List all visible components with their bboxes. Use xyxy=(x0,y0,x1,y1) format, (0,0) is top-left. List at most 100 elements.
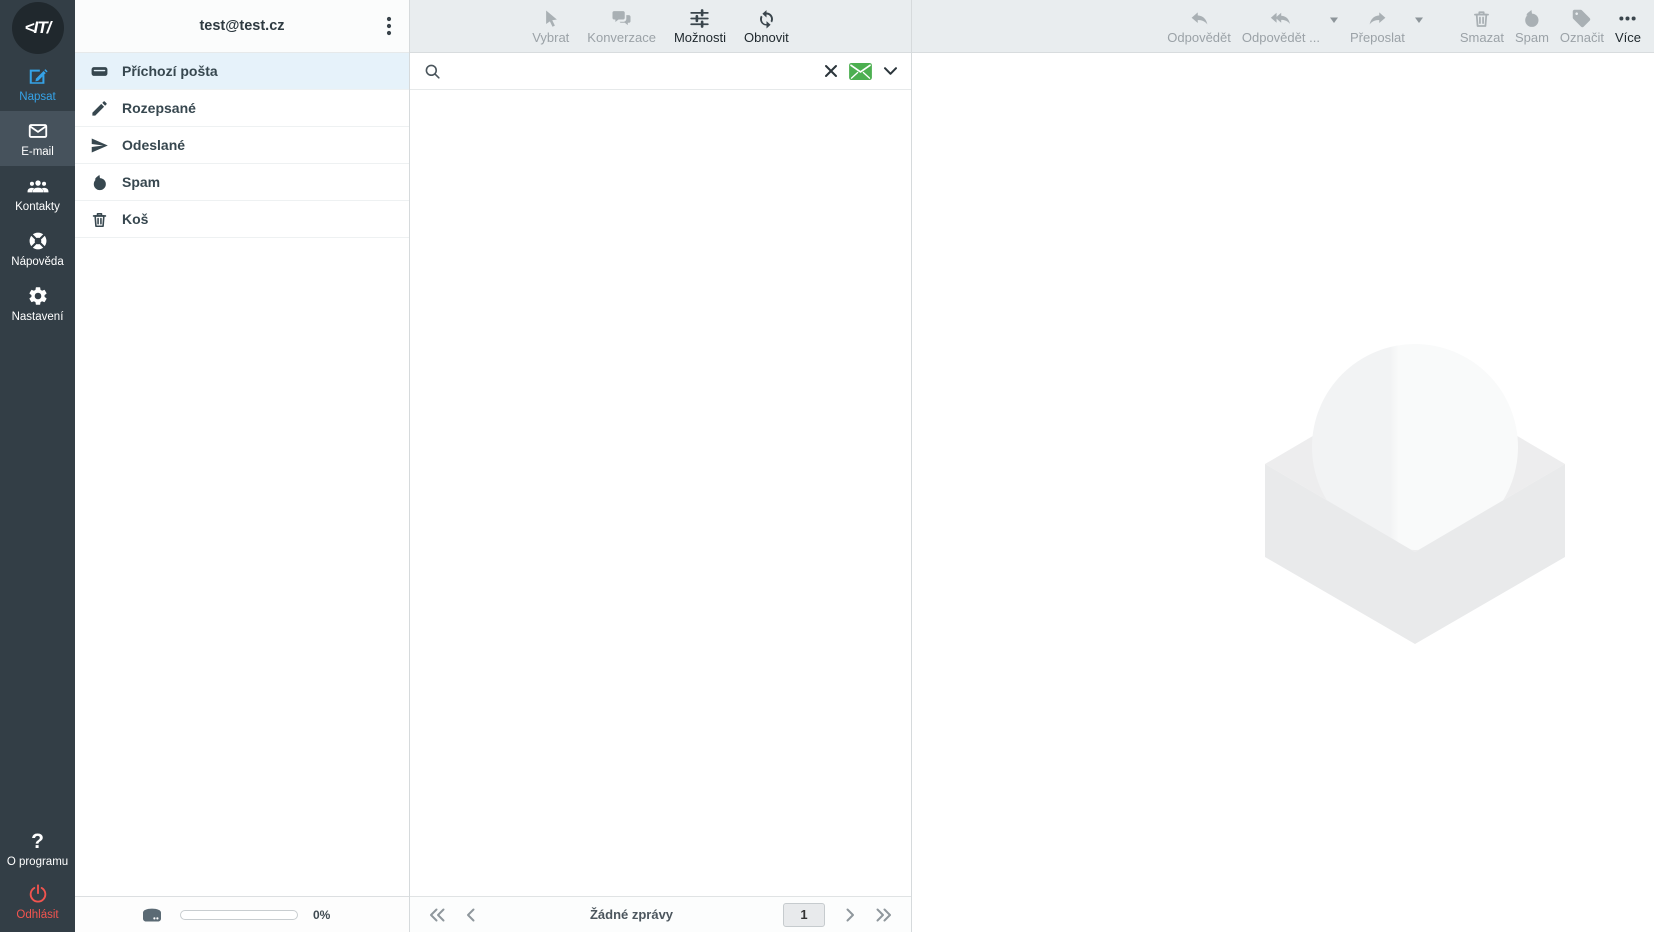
delete-button[interactable]: Smazat xyxy=(1460,8,1504,45)
search-input[interactable] xyxy=(452,63,814,79)
help-icon xyxy=(27,230,49,252)
tag-icon xyxy=(1571,8,1592,29)
message-list[interactable] xyxy=(410,90,911,896)
chevron-down-icon xyxy=(883,66,898,77)
more-button[interactable]: Více xyxy=(1615,8,1641,45)
conversation-icon xyxy=(611,8,632,29)
folder-item-drafts[interactable]: Rozepsané xyxy=(75,90,409,127)
compose-icon xyxy=(27,65,49,87)
quota-progress-bar xyxy=(180,910,298,920)
last-page-icon[interactable] xyxy=(875,908,893,922)
send-icon xyxy=(90,136,109,155)
search-options-button[interactable] xyxy=(883,66,898,77)
mark-button[interactable]: Označit xyxy=(1560,8,1604,45)
folder-label: Spam xyxy=(122,174,160,190)
reply-button[interactable]: Odpovědět xyxy=(1167,8,1231,45)
storage-icon xyxy=(139,905,165,925)
reply-all-caret-icon[interactable] xyxy=(1329,16,1339,24)
sidebar-item-settings[interactable]: Nastavení xyxy=(0,276,75,331)
more-icon xyxy=(1617,8,1638,29)
message-view-pane: Odpovědět Odpovědět ... Přeposlat Smazat… xyxy=(912,0,1654,932)
inbox-icon xyxy=(90,62,109,81)
search-clear-button[interactable] xyxy=(824,64,838,78)
pencil-icon xyxy=(90,99,109,118)
account-menu-button[interactable] xyxy=(375,12,403,40)
toolbar-button-label: Vybrat xyxy=(532,30,569,45)
page-number-input[interactable] xyxy=(783,903,825,927)
sidebar-item-label: Nápověda xyxy=(11,256,63,268)
folder-item-trash[interactable]: Koš xyxy=(75,201,409,238)
sidebar-item-label: Napsat xyxy=(19,91,55,103)
toolbar-button-label: Odpovědět ... xyxy=(1242,30,1320,45)
sidebar-item-email[interactable]: E-mail xyxy=(0,111,75,166)
spam-button[interactable]: Spam xyxy=(1515,8,1549,45)
account-name: test@test.cz xyxy=(199,18,284,34)
forward-button[interactable]: Přeposlat xyxy=(1350,8,1405,45)
folder-item-sent[interactable]: Odeslané xyxy=(75,127,409,164)
folder-label: Příchozí pošta xyxy=(122,63,218,79)
sidebar-item-logout[interactable]: Odhlásit xyxy=(0,876,75,928)
previous-page-icon[interactable] xyxy=(462,908,480,922)
logo-text: <IT/ xyxy=(25,18,51,38)
next-page-icon[interactable] xyxy=(841,908,859,922)
reply-all-icon xyxy=(1270,8,1291,29)
sidebar-item-label: Odhlásit xyxy=(16,909,58,921)
folder-pane: test@test.cz Příchozí pošta Rozepsané Od… xyxy=(75,0,410,932)
email-icon xyxy=(27,120,49,142)
refresh-button[interactable]: Obnovit xyxy=(744,8,789,45)
pagination-bar: Žádné zprávy xyxy=(410,896,911,932)
reply-icon xyxy=(1189,8,1210,29)
forward-caret-icon[interactable] xyxy=(1414,16,1424,24)
message-toolbar: Odpovědět Odpovědět ... Přeposlat Smazat… xyxy=(912,0,1654,53)
sidebar-item-about[interactable]: ? O programu xyxy=(0,824,75,876)
search-scope-button[interactable] xyxy=(848,62,873,81)
delete-icon xyxy=(1471,8,1492,29)
toolbar-button-label: Označit xyxy=(1560,30,1604,45)
message-list-pane: Vybrat Konverzace Možnosti Obnovit xyxy=(410,0,912,932)
folder-label: Rozepsané xyxy=(122,100,196,116)
toolbar-button-label: Smazat xyxy=(1460,30,1504,45)
search-bar xyxy=(410,53,911,90)
toolbar-button-label: Možnosti xyxy=(674,30,726,45)
options-icon xyxy=(689,8,710,29)
folder-label: Odeslané xyxy=(122,137,185,153)
app-logo[interactable]: <IT/ xyxy=(0,0,75,56)
spam-icon xyxy=(1521,8,1542,29)
sidebar: <IT/ Napsat E-mail Kontakty Nápověda Nas… xyxy=(0,0,75,932)
webmail-app: <IT/ Napsat E-mail Kontakty Nápověda Nas… xyxy=(0,0,1654,932)
toolbar-button-label: Odpovědět xyxy=(1167,30,1231,45)
select-cursor-icon xyxy=(540,8,561,29)
list-toolbar: Vybrat Konverzace Možnosti Obnovit xyxy=(410,0,911,53)
toolbar-button-label: Konverzace xyxy=(587,30,656,45)
select-button[interactable]: Vybrat xyxy=(532,8,569,45)
folder-item-inbox[interactable]: Příchozí pošta xyxy=(75,53,409,90)
watermark-box-sphere-graphic xyxy=(1255,334,1575,654)
folder-list-empty-space xyxy=(75,238,409,896)
reply-all-button[interactable]: Odpovědět ... xyxy=(1242,8,1320,45)
sidebar-item-contacts[interactable]: Kontakty xyxy=(0,166,75,221)
spam-icon xyxy=(90,173,109,192)
conversations-button[interactable]: Konverzace xyxy=(587,8,656,45)
folder-label: Koš xyxy=(122,211,148,227)
kebab-menu-icon xyxy=(386,16,392,36)
sidebar-item-help[interactable]: Nápověda xyxy=(0,221,75,276)
sidebar-item-label: Kontakty xyxy=(15,201,60,213)
first-page-icon[interactable] xyxy=(428,908,446,922)
toolbar-button-label: Více xyxy=(1615,30,1641,45)
question-icon: ? xyxy=(31,832,44,852)
message-preview-area xyxy=(912,53,1654,932)
clear-icon xyxy=(824,64,838,78)
power-icon xyxy=(27,883,49,905)
sidebar-item-compose[interactable]: Napsat xyxy=(0,56,75,111)
logo-icon: <IT/ xyxy=(12,2,64,54)
toolbar-button-label: Spam xyxy=(1515,30,1549,45)
toolbar-button-label: Obnovit xyxy=(744,30,789,45)
trash-icon xyxy=(90,210,109,229)
refresh-icon xyxy=(756,8,777,29)
options-button[interactable]: Možnosti xyxy=(674,8,726,45)
sidebar-bottom: ? O programu Odhlásit xyxy=(0,824,75,932)
search-icon xyxy=(423,62,442,81)
folder-pane-header: test@test.cz xyxy=(75,0,409,53)
folder-item-spam[interactable]: Spam xyxy=(75,164,409,201)
sidebar-item-label: Nastavení xyxy=(12,311,64,323)
